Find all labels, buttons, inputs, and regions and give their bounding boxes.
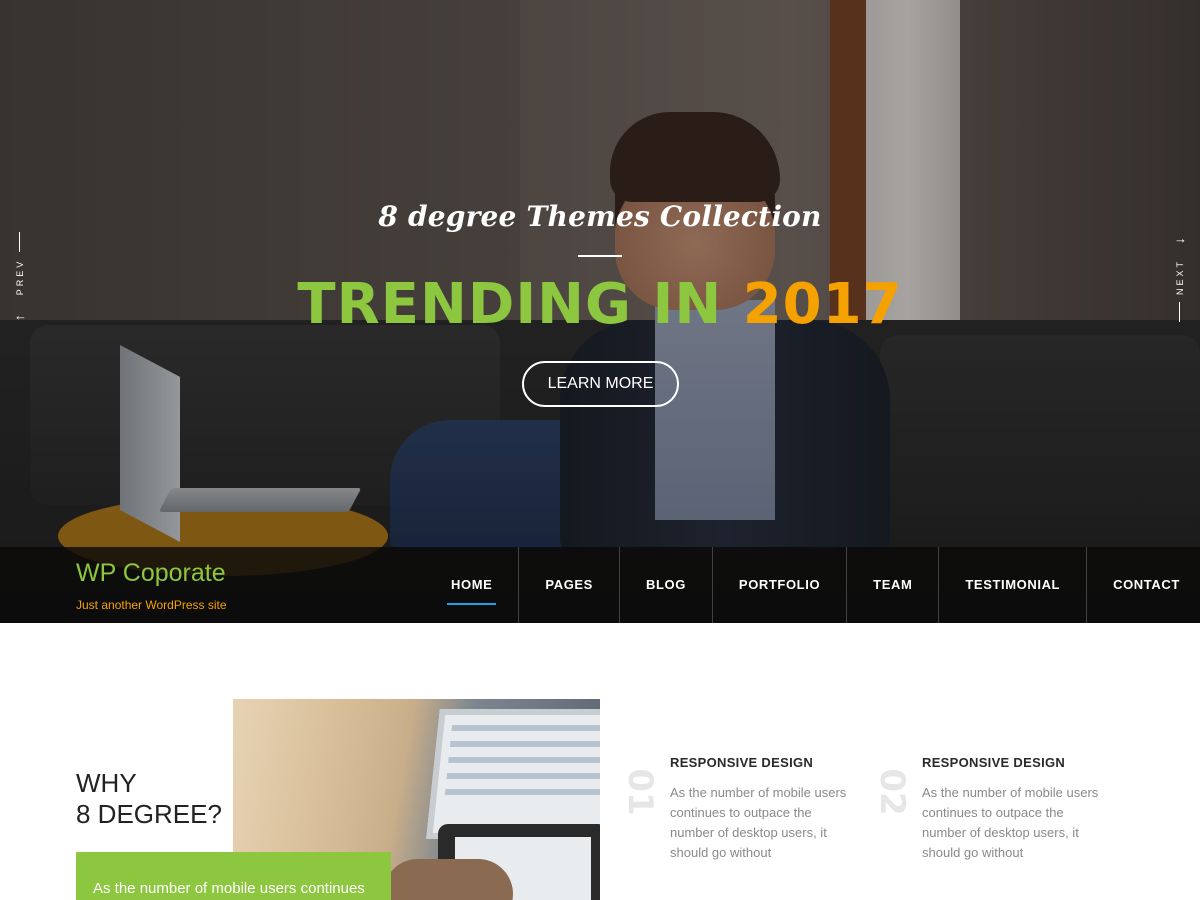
main-menu: HOME PAGES BLOG PORTFOLIO TEAM TESTIMONI… <box>425 547 1200 668</box>
feature-number-text: 01 <box>620 768 660 816</box>
learn-more-button[interactable]: LEARN MORE <box>522 361 679 407</box>
image-screen-bar <box>444 789 600 795</box>
hero-subtitle: 8 degree Themes Collection <box>378 200 822 233</box>
site-title[interactable]: WP Coporate <box>76 559 226 588</box>
menu-item-portfolio[interactable]: PORTFOLIO <box>713 547 848 623</box>
hero-title: TRENDING IN 2017 <box>0 272 1200 337</box>
feature-item: 01 RESPONSIVE DESIGN As the number of mo… <box>620 752 862 872</box>
site-tagline: Just another WordPress site <box>76 598 227 612</box>
image-screen-bar <box>449 741 600 747</box>
site-header: WP Coporate Just another WordPress site … <box>0 547 1200 668</box>
image-hand <box>383 859 513 900</box>
why-text-box: As the number of mobile users continues <box>76 852 391 900</box>
image-screen-bar <box>451 725 600 731</box>
feature-title: RESPONSIVE DESIGN <box>670 755 814 770</box>
menu-item-contact-us[interactable]: CONTACT US <box>1087 547 1200 668</box>
image-screen-bar <box>448 757 600 763</box>
arrow-right-icon: → <box>1174 231 1187 246</box>
why-heading-line1: WHY <box>76 768 137 798</box>
why-heading: WHY 8 DEGREE? <box>76 768 222 830</box>
next-line <box>1179 302 1180 322</box>
feature-item: 02 RESPONSIVE DESIGN As the number of mo… <box>872 752 1114 872</box>
slider-prev-button[interactable]: PREV ← <box>13 232 27 332</box>
why-heading-line2: 8 DEGREE? <box>76 799 222 829</box>
why-box-text: As the number of mobile users continues <box>93 880 365 897</box>
feature-number-text: 02 <box>872 768 912 816</box>
image-monitor <box>426 709 600 839</box>
arrow-left-icon: ← <box>14 308 27 323</box>
prev-label: PREV <box>15 258 25 296</box>
image-screen-bar <box>446 773 600 779</box>
menu-item-blog[interactable]: BLOG <box>620 547 713 623</box>
hero-title-part2: 2017 <box>742 272 903 337</box>
feature-number: 02 <box>872 760 912 815</box>
menu-item-pages[interactable]: PAGES <box>519 547 620 623</box>
next-label: NEXT <box>1175 259 1185 296</box>
hero-content: 8 degree Themes Collection TRENDING IN 2… <box>0 0 1200 547</box>
hero-title-part1: TRENDING IN <box>297 272 723 337</box>
feature-text: As the number of mobile users continues … <box>922 785 1099 860</box>
menu-item-home[interactable]: HOME <box>425 547 520 623</box>
feature-text: As the number of mobile users continues … <box>670 785 847 860</box>
feature-title: RESPONSIVE DESIGN <box>922 755 1066 770</box>
hero-slider: 8 degree Themes Collection TRENDING IN 2… <box>0 0 1200 623</box>
menu-item-team[interactable]: TEAM <box>847 547 940 623</box>
feature-number: 01 <box>620 760 660 815</box>
prev-line <box>19 232 20 252</box>
slider-next-button[interactable]: → NEXT <box>1173 232 1187 332</box>
hero-divider <box>578 255 622 257</box>
menu-item-testimonial[interactable]: TESTIMONIAL <box>939 547 1088 623</box>
